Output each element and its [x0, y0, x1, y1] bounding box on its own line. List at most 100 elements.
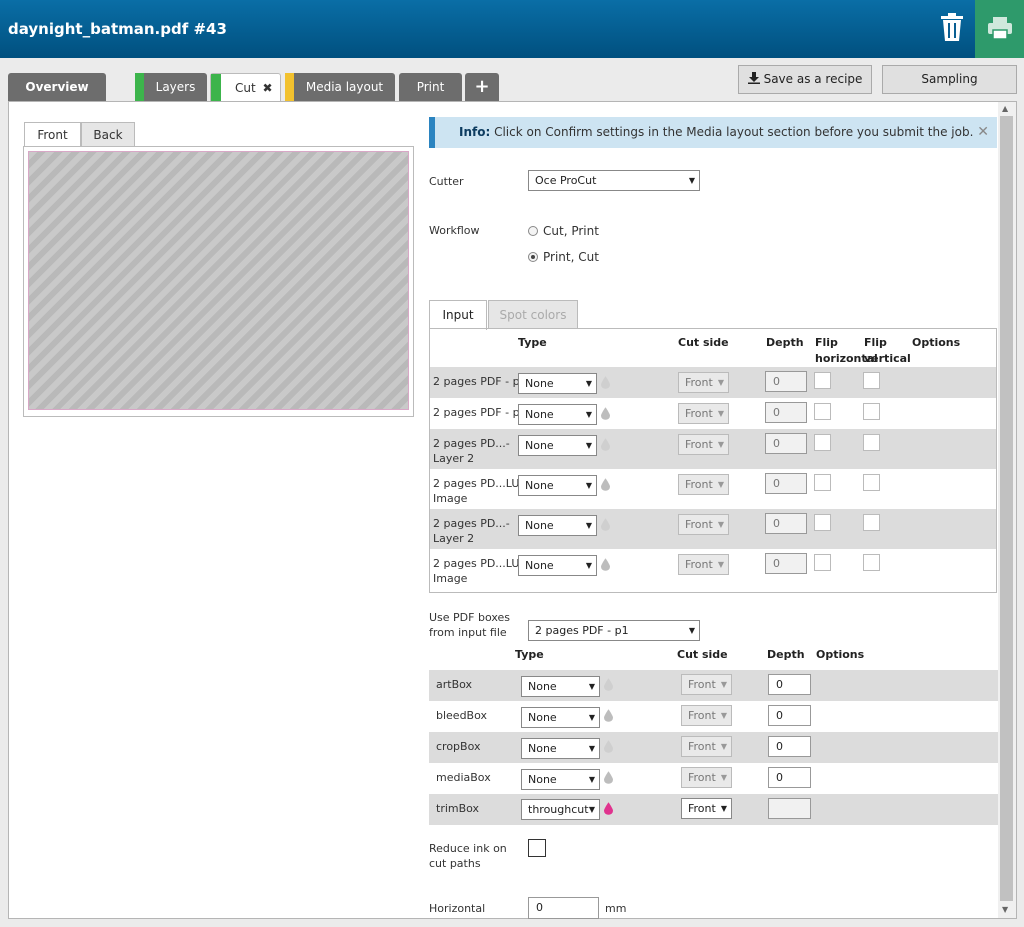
- scrollbar[interactable]: ▲ ▼: [998, 102, 1016, 918]
- flip-vertical-checkbox[interactable]: [863, 403, 880, 420]
- depth-input[interactable]: 0: [765, 371, 807, 392]
- type-select[interactable]: None: [518, 555, 597, 576]
- cut-side-select[interactable]: Front: [681, 705, 732, 726]
- flip-vertical-checkbox[interactable]: [863, 372, 880, 389]
- radio-label: Cut, Print: [543, 224, 599, 238]
- flip-horizontal-checkbox[interactable]: [814, 514, 831, 531]
- depth-input[interactable]: 0: [768, 736, 811, 757]
- table-row: bleedBox None Front 0: [429, 701, 999, 732]
- cutter-select[interactable]: Oce ProCut: [528, 170, 700, 191]
- col-type: Type: [518, 336, 547, 349]
- type-select[interactable]: None: [521, 738, 600, 759]
- type-select[interactable]: None: [521, 676, 600, 697]
- drop-icon: [601, 478, 610, 491]
- cutter-label: Cutter: [429, 175, 464, 188]
- flip-vertical-checkbox[interactable]: [863, 434, 880, 451]
- horizontal-unit: mm: [605, 902, 627, 915]
- drop-icon: [604, 771, 613, 784]
- flip-horizontal-checkbox[interactable]: [814, 434, 831, 451]
- flip-horizontal-checkbox[interactable]: [814, 403, 831, 420]
- radio-cut-print[interactable]: [528, 226, 538, 236]
- cut-side-select[interactable]: Front: [678, 474, 729, 495]
- drop-icon: [601, 376, 610, 389]
- printer-icon: [988, 17, 1012, 40]
- type-select[interactable]: None: [518, 515, 597, 536]
- scrollbar-thumb[interactable]: [1000, 116, 1013, 901]
- flip-horizontal-checkbox[interactable]: [814, 554, 831, 571]
- cut-side-select[interactable]: Front: [678, 403, 729, 424]
- app-header: daynight_batman.pdf #43: [0, 0, 1024, 58]
- plus-icon: +: [474, 76, 490, 97]
- drop-icon: [601, 518, 610, 531]
- table-row: cropBox None Front 0: [429, 732, 999, 763]
- type-select[interactable]: None: [518, 435, 597, 456]
- table-row: artBox None Front 0: [429, 670, 999, 701]
- flip-horizontal-checkbox[interactable]: [814, 372, 831, 389]
- tab-spot-colors[interactable]: Spot colors: [488, 300, 578, 329]
- radio-print-cut[interactable]: [528, 252, 538, 262]
- col-options: Options: [912, 336, 961, 349]
- tab-back[interactable]: Back: [81, 122, 135, 147]
- status-bar: [285, 73, 294, 101]
- cut-side-select[interactable]: Front: [678, 434, 729, 455]
- reduce-ink-checkbox[interactable]: [528, 839, 546, 857]
- col-options: Options: [816, 648, 865, 661]
- pdf-boxes-label: Use PDF boxes from input file: [429, 611, 511, 639]
- col-flip-v: Flip vertical: [864, 336, 911, 365]
- flip-vertical-checkbox[interactable]: [863, 554, 880, 571]
- cut-side-select[interactable]: Front: [681, 798, 732, 819]
- depth-input[interactable]: 0: [765, 553, 807, 574]
- type-select[interactable]: None: [518, 475, 597, 496]
- type-select[interactable]: None: [518, 404, 597, 425]
- cut-side-select[interactable]: Front: [678, 514, 729, 535]
- type-select[interactable]: None: [521, 707, 600, 728]
- scroll-down-icon[interactable]: ▼: [1002, 905, 1008, 914]
- depth-input[interactable]: 0: [765, 513, 807, 534]
- depth-input[interactable]: [768, 798, 811, 819]
- col-depth: Depth: [766, 336, 804, 349]
- close-icon[interactable]: ✖: [263, 81, 273, 95]
- depth-input[interactable]: 0: [768, 674, 811, 695]
- type-select[interactable]: None: [521, 769, 600, 790]
- sampling-button[interactable]: Sampling: [882, 65, 1017, 94]
- trash-icon[interactable]: [940, 12, 964, 42]
- depth-input[interactable]: 0: [765, 433, 807, 454]
- page-preview: [28, 151, 409, 410]
- horizontal-input[interactable]: 0: [528, 897, 599, 919]
- cut-side-select[interactable]: Front: [678, 372, 729, 393]
- cut-side-select[interactable]: Front: [681, 736, 732, 757]
- tab-layers[interactable]: Layers: [135, 73, 207, 101]
- tab-front[interactable]: Front: [24, 122, 81, 148]
- tab-cut[interactable]: Cut ✖: [210, 73, 281, 102]
- cut-side-select[interactable]: Front: [681, 674, 732, 695]
- save-recipe-button[interactable]: Save as a recipe: [738, 65, 872, 94]
- flip-vertical-checkbox[interactable]: [863, 514, 880, 531]
- table-row: 2 pages PD...LUE Image None Front 0: [430, 469, 996, 509]
- tab-overview[interactable]: Overview: [8, 73, 106, 101]
- close-icon[interactable]: ✕: [977, 117, 989, 148]
- cut-side-select[interactable]: Front: [678, 554, 729, 575]
- depth-input[interactable]: 0: [768, 705, 811, 726]
- pdf-boxes-select[interactable]: 2 pages PDF - p1: [528, 620, 700, 641]
- type-select[interactable]: None: [518, 373, 597, 394]
- horizontal-label: Horizontal: [429, 902, 486, 915]
- tab-print[interactable]: Print: [399, 73, 462, 101]
- print-button[interactable]: [975, 0, 1024, 58]
- tab-input[interactable]: Input: [429, 300, 487, 330]
- add-tab-button[interactable]: +: [465, 73, 499, 101]
- scroll-up-icon[interactable]: ▲: [1002, 104, 1008, 113]
- depth-input[interactable]: 0: [765, 402, 807, 423]
- col-cut-side: Cut side: [678, 336, 729, 349]
- flip-horizontal-checkbox[interactable]: [814, 474, 831, 491]
- table-row: mediaBox None Front 0: [429, 763, 999, 794]
- drop-icon: [604, 740, 613, 753]
- tab-media-layout[interactable]: Media layout: [285, 73, 395, 101]
- depth-input[interactable]: 0: [765, 473, 807, 494]
- info-banner: Info: Click on Confirm settings in the M…: [429, 117, 997, 148]
- cut-side-select[interactable]: Front: [681, 767, 732, 788]
- table-row: 2 pages PD...- Layer 2 None Front 0: [430, 509, 996, 549]
- flip-vertical-checkbox[interactable]: [863, 474, 880, 491]
- type-select[interactable]: throughcut: [521, 799, 600, 820]
- depth-input[interactable]: 0: [768, 767, 811, 788]
- drop-icon: [604, 678, 613, 691]
